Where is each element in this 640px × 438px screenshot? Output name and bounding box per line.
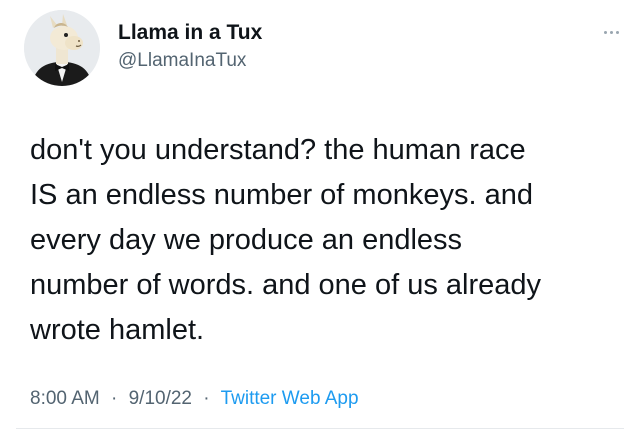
llama-avatar-icon[interactable] (24, 10, 100, 86)
more-options-icon[interactable] (596, 22, 626, 42)
ellipsis-dot (603, 30, 607, 34)
author-display-name[interactable]: Llama in a Tux (118, 21, 262, 45)
tweet-date[interactable]: 9/10/22 (129, 388, 192, 409)
ellipsis-dot (609, 30, 613, 34)
tweet-text-line: IS an endless number of monkeys. and (30, 179, 533, 211)
meta-separator: · (111, 388, 118, 409)
ellipsis-dot (615, 30, 619, 34)
tweet-text-line: don't you understand? the human race (30, 134, 526, 166)
tweet-metadata: 8:00 AM · 9/10/22 · Twitter Web App (30, 388, 359, 410)
tweet-source-link[interactable]: Twitter Web App (221, 388, 359, 409)
tweet-time[interactable]: 8:00 AM (30, 388, 100, 409)
tweet-text: don't you understand? the human race IS … (30, 128, 630, 353)
divider (16, 428, 624, 429)
tweet-text-line: every day we produce an endless (30, 224, 463, 256)
tweet-text-line: wrote hamlet. (30, 314, 205, 346)
meta-separator: · (203, 388, 210, 409)
tweet-card: Llama in a Tux @LlamaInaTux don't you un… (0, 0, 640, 438)
tweet-text-line: number of words. and one of us already (30, 269, 542, 301)
author-handle[interactable]: @LlamaInaTux (118, 50, 246, 72)
